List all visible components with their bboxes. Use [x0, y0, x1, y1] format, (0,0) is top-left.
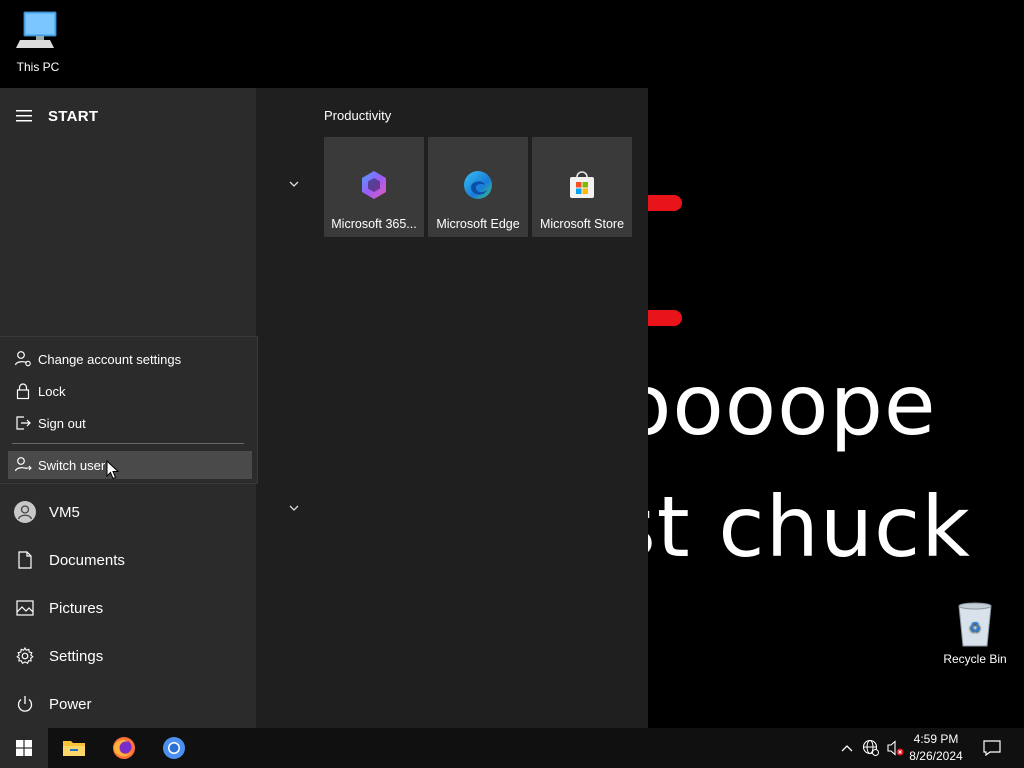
tile-label: Microsoft 365... — [331, 217, 417, 231]
chevron-down-icon[interactable] — [286, 500, 302, 516]
nav-item-pictures[interactable]: Pictures — [0, 584, 256, 632]
flyout-item-label: Switch user — [38, 457, 106, 473]
clock-date: 8/26/2024 — [909, 749, 963, 763]
show-hidden-icons-button[interactable] — [838, 728, 856, 768]
taskbar: 4:59 PM 8/26/2024 — [0, 728, 1024, 768]
edge-icon — [464, 171, 492, 199]
tile-microsoft-365[interactable]: Microsoft 365... — [324, 137, 424, 237]
lock-icon — [8, 382, 38, 400]
account-flyout: Change account settings Lock Sign out Sw — [0, 336, 258, 484]
flyout-item-label: Sign out — [38, 415, 86, 431]
hamburger-icon — [16, 110, 32, 122]
taskbar-clock[interactable]: 4:59 PM 8/26/2024 — [900, 731, 972, 765]
recycle-bin-icon: ♻ — [951, 600, 999, 648]
pictures-icon — [0, 600, 49, 616]
nav-item-documents[interactable]: Documents — [0, 536, 256, 584]
gear-icon — [0, 647, 49, 665]
firefox-button[interactable] — [100, 728, 148, 768]
person-settings-icon — [8, 350, 38, 368]
globe-network-icon — [862, 739, 879, 756]
nav-item-label: Settings — [49, 647, 104, 665]
start-menu: START Change account settings Lock Sign … — [0, 88, 648, 728]
power-icon — [0, 695, 49, 713]
firefox-icon — [113, 737, 135, 759]
flyout-item-label: Lock — [38, 383, 66, 399]
desktop-icon-this-pc[interactable]: This PC — [0, 8, 76, 74]
start-left-pane: START Change account settings Lock Sign … — [0, 88, 258, 728]
wallpaper-text-line: st chuck — [612, 478, 971, 576]
chevron-up-icon — [841, 745, 853, 752]
desktop-icon-recycle-bin[interactable]: ♻ Recycle Bin — [937, 600, 1013, 666]
nav-item-power[interactable]: Power — [0, 680, 256, 728]
computer-icon — [14, 8, 62, 56]
wallpaper-text-line: oooope — [620, 356, 937, 454]
nav-item-label: Pictures — [49, 599, 104, 617]
start-title: START — [48, 107, 99, 125]
switch-user-icon — [8, 456, 38, 474]
nav-item-label: Documents — [49, 551, 125, 569]
desktop-icon-label: Recycle Bin — [943, 652, 1007, 666]
change-account-settings-item[interactable]: Change account settings — [8, 345, 252, 373]
tile-microsoft-store[interactable]: Microsoft Store — [532, 137, 632, 237]
group-title-productivity[interactable]: Productivity — [324, 108, 391, 123]
sign-out-icon — [8, 414, 38, 432]
chevron-down-icon[interactable] — [286, 176, 302, 192]
flyout-divider — [12, 443, 244, 444]
store-icon — [570, 171, 594, 198]
switch-user-item[interactable]: Switch user — [8, 451, 252, 479]
tile-label: Microsoft Store — [539, 217, 625, 231]
start-header: START — [0, 88, 256, 144]
microsoft-365-icon — [362, 171, 386, 199]
clock-time: 4:59 PM — [913, 732, 959, 746]
flyout-item-label: Change account settings — [38, 351, 182, 367]
tile-microsoft-edge[interactable]: Microsoft Edge — [428, 137, 528, 237]
tile-label: Microsoft Edge — [436, 217, 520, 231]
windows-logo-icon — [16, 740, 32, 756]
user-avatar-icon — [0, 501, 49, 523]
document-icon — [0, 551, 49, 569]
chromium-button[interactable] — [150, 728, 198, 768]
action-center-button[interactable] — [976, 728, 1008, 768]
lock-item[interactable]: Lock — [8, 377, 252, 405]
start-button[interactable] — [0, 728, 48, 768]
chromium-icon — [163, 737, 185, 759]
folder-icon — [63, 741, 85, 756]
nav-item-settings[interactable]: Settings — [0, 632, 256, 680]
nav-item-label: VM5 — [49, 503, 80, 521]
sign-out-item[interactable]: Sign out — [8, 409, 252, 437]
notification-icon — [983, 740, 1001, 756]
file-explorer-button[interactable] — [50, 728, 98, 768]
mouse-cursor-icon — [106, 460, 120, 480]
svg-text:♻: ♻ — [969, 620, 982, 636]
desktop-icon-label: This PC — [16, 60, 60, 74]
nav-item-label: Power — [49, 695, 92, 713]
nav-item-user[interactable]: VM5 — [0, 488, 256, 536]
network-button[interactable] — [860, 728, 882, 768]
hamburger-menu-button[interactable] — [0, 88, 48, 144]
